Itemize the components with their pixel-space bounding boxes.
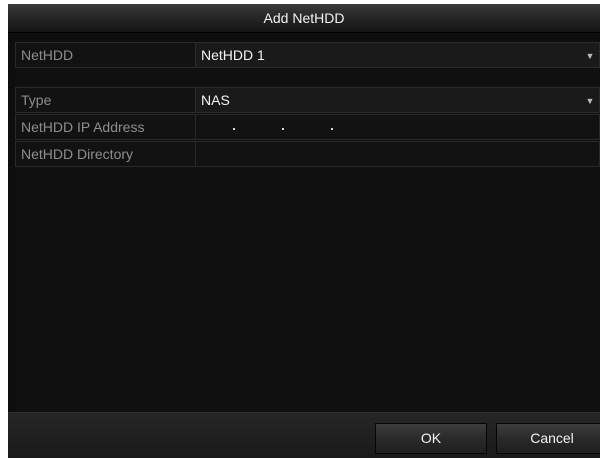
- nethdd-label: NetHDD: [16, 43, 196, 67]
- ip-separator-dot: [282, 128, 284, 130]
- ok-button[interactable]: OK: [375, 423, 487, 454]
- nethdd-row: NetHDD NetHDD 1 ▼: [15, 42, 600, 68]
- nethdd-select[interactable]: NetHDD 1 ▼: [196, 43, 599, 67]
- type-select[interactable]: NAS ▼: [196, 88, 599, 112]
- ip-address-label: NetHDD IP Address: [16, 115, 196, 139]
- ip-separator-dot: [331, 128, 333, 130]
- cancel-button[interactable]: Cancel: [496, 423, 600, 454]
- chevron-down-icon[interactable]: ▼: [584, 43, 596, 67]
- dialog-footer: OK Cancel: [8, 412, 600, 458]
- type-label: Type: [16, 88, 196, 112]
- ip-address-separators: [220, 115, 360, 139]
- ip-address-input[interactable]: [196, 115, 599, 139]
- type-row: Type NAS ▼: [15, 87, 600, 113]
- add-nethdd-dialog: Add NetHDD NetHDD NetHDD 1 ▼ Type NAS ▼ …: [8, 4, 600, 458]
- ip-separator-dot: [233, 128, 235, 130]
- dialog-title: Add NetHDD: [8, 4, 600, 33]
- type-select-value: NAS: [201, 92, 230, 108]
- dialog-content: NetHDD NetHDD 1 ▼ Type NAS ▼ NetHDD IP A…: [15, 42, 600, 412]
- nethdd-select-value: NetHDD 1: [201, 47, 265, 63]
- ip-address-row: NetHDD IP Address: [15, 114, 600, 140]
- directory-input[interactable]: [196, 142, 599, 166]
- directory-label: NetHDD Directory: [16, 142, 196, 166]
- directory-row: NetHDD Directory: [15, 141, 600, 167]
- chevron-down-icon[interactable]: ▼: [584, 88, 596, 112]
